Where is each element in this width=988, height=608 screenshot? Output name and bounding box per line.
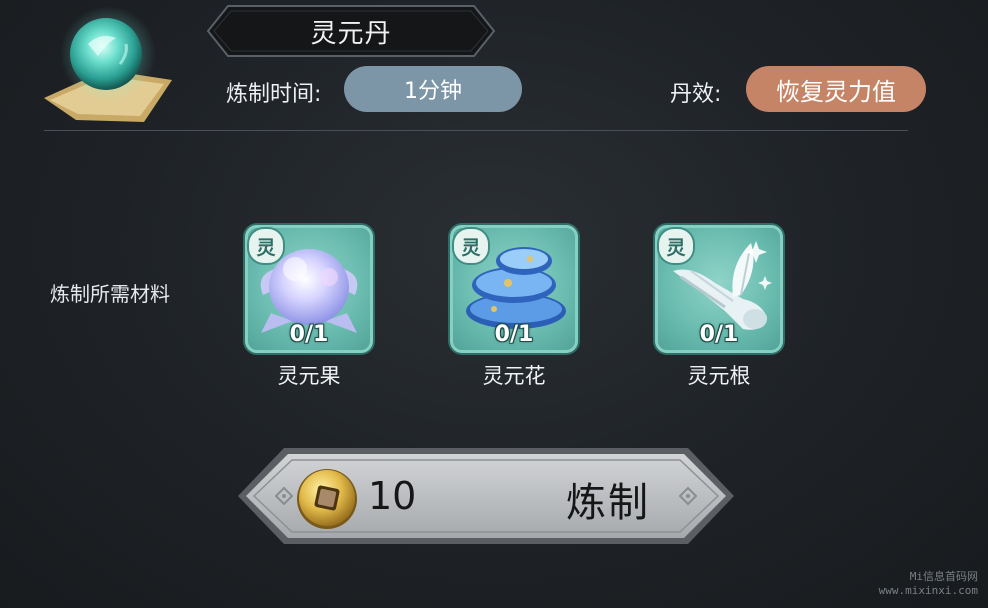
craft-time-label: 炼制时间: — [226, 82, 322, 107]
watermark-line-2: www.mixinxi.com — [878, 584, 978, 597]
effect-label: 丹效: — [670, 82, 722, 107]
craft-cost: 10 — [368, 474, 417, 518]
watermark-line-1: Mi信息首码网 — [909, 570, 978, 583]
material-card-root[interactable]: 灵 0/1 — [655, 225, 783, 353]
glowing-orb-icon — [44, 6, 172, 122]
material-count: 0/1 — [699, 322, 739, 347]
spirit-badge: 灵 — [452, 227, 490, 265]
materials-section-label: 炼制所需材料 — [50, 282, 170, 306]
watermark: Mi信息首码网 www.mixinxi.com — [838, 570, 978, 598]
material-card-fruit[interactable]: 灵 0/1 — [245, 225, 373, 353]
material-card-flower[interactable]: 灵 0/1 — [450, 225, 578, 353]
material-name-flower: 灵元花 — [482, 364, 546, 388]
divider — [44, 130, 908, 131]
pill-title: 灵元丹 — [310, 18, 392, 49]
spirit-badge: 灵 — [247, 227, 285, 265]
craft-time-value: 1分钟 — [344, 66, 522, 112]
material-name-root: 灵元根 — [687, 364, 751, 388]
craft-button-label: 炼制 — [566, 480, 650, 526]
spirit-badge: 灵 — [657, 227, 695, 265]
material-count: 0/1 — [289, 322, 329, 347]
material-count: 0/1 — [494, 322, 534, 347]
material-name-fruit: 灵元果 — [277, 364, 341, 388]
copper-coin-icon — [297, 469, 357, 529]
effect-value: 恢复灵力值 — [746, 66, 926, 112]
